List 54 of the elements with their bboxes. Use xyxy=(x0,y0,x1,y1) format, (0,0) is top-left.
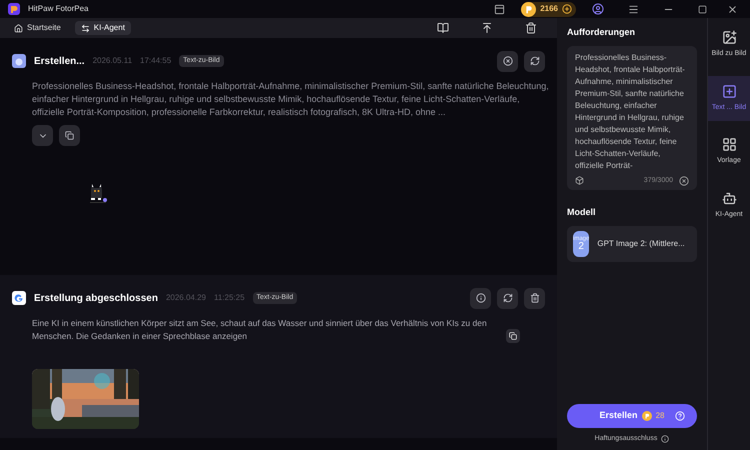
image-plus-icon xyxy=(722,30,736,45)
prompt-text: Eine KI in einem künstlichen Körper sitzt am See, schaut auf das Wasser und sinniert über das Verhältnis von KIs zu den Menschen. Die Gedanken in einer Sprechblase anzeigen xyxy=(32,317,488,343)
copy-button[interactable] xyxy=(59,125,80,146)
robot-icon xyxy=(722,190,736,206)
add-icon xyxy=(562,4,572,14)
tab[interactable]: Startseite xyxy=(8,21,67,35)
card-date: 2026.05.11 xyxy=(92,55,132,67)
book-icon[interactable] xyxy=(437,22,449,34)
copy-button[interactable] xyxy=(506,329,520,343)
clear-icon[interactable] xyxy=(679,176,689,186)
card-status: Erstellen... xyxy=(34,54,85,68)
copy-icon xyxy=(65,131,74,140)
tab[interactable]: KI-Agent xyxy=(74,21,131,35)
user-icon[interactable] xyxy=(592,3,604,15)
upload-icon[interactable] xyxy=(481,22,493,34)
window-title: HitPaw FotorPea xyxy=(28,3,88,15)
swap-icon xyxy=(80,24,90,32)
menu-icon[interactable] xyxy=(628,4,639,14)
maximize-icon[interactable] xyxy=(698,4,707,14)
cube-icon[interactable] xyxy=(575,176,584,186)
card-status: Erstellung abgeschlossen xyxy=(34,292,158,306)
window-icon[interactable] xyxy=(494,4,506,14)
regenerate-button[interactable] xyxy=(524,50,545,72)
cancel-button[interactable] xyxy=(497,50,518,72)
model-avatar-icon xyxy=(12,54,26,68)
coin-balance[interactable]: 2166 xyxy=(521,2,576,16)
home-icon xyxy=(14,24,23,32)
cat-mascot-drawing xyxy=(88,182,108,206)
google-logo-icon xyxy=(12,291,26,305)
close-icon[interactable] xyxy=(727,4,738,14)
prompt-text: Professionelles Business-Headshot, frontale Halbporträt-Aufnahme, minimalistischer Premium-Stil, sanfte natürliche Beleuchtung, einfacher Hintergrund in Hellgrau, ruhige und selbstbewusste Mimik, hochauflösende Textur, feine Licht-Schatten-Verläufe, offizielle Porträt-Komposition, professionelle Farbkorrektur, realistisch fotografisch, 8K Ultra-HD, ohne ... xyxy=(32,80,550,119)
text-box-icon xyxy=(722,84,736,98)
info-icon[interactable] xyxy=(661,435,670,443)
create-button[interactable]: Erstellen 28 xyxy=(567,404,697,428)
refresh-icon xyxy=(502,293,512,303)
copy-icon xyxy=(509,332,517,340)
section-title: Aufforderungen xyxy=(567,26,636,39)
cancel-icon xyxy=(502,56,512,66)
info-icon xyxy=(476,293,486,303)
info-button[interactable] xyxy=(470,288,491,308)
grid-icon xyxy=(722,137,736,152)
delete-icon[interactable] xyxy=(525,22,537,34)
card-date: 2026.04.29 xyxy=(166,292,206,304)
coin-icon xyxy=(642,411,652,421)
coin-icon xyxy=(521,2,536,16)
help-icon xyxy=(675,411,685,421)
regenerate-button[interactable] xyxy=(497,288,518,308)
delete-button[interactable] xyxy=(524,288,545,308)
card-time: 17:44:55 xyxy=(140,55,172,67)
app-logo-icon xyxy=(8,3,20,15)
card-time: 11:25:25 xyxy=(214,292,245,304)
section-title: Modell xyxy=(567,206,596,219)
delete-icon xyxy=(530,293,540,303)
refresh-icon xyxy=(530,56,540,66)
